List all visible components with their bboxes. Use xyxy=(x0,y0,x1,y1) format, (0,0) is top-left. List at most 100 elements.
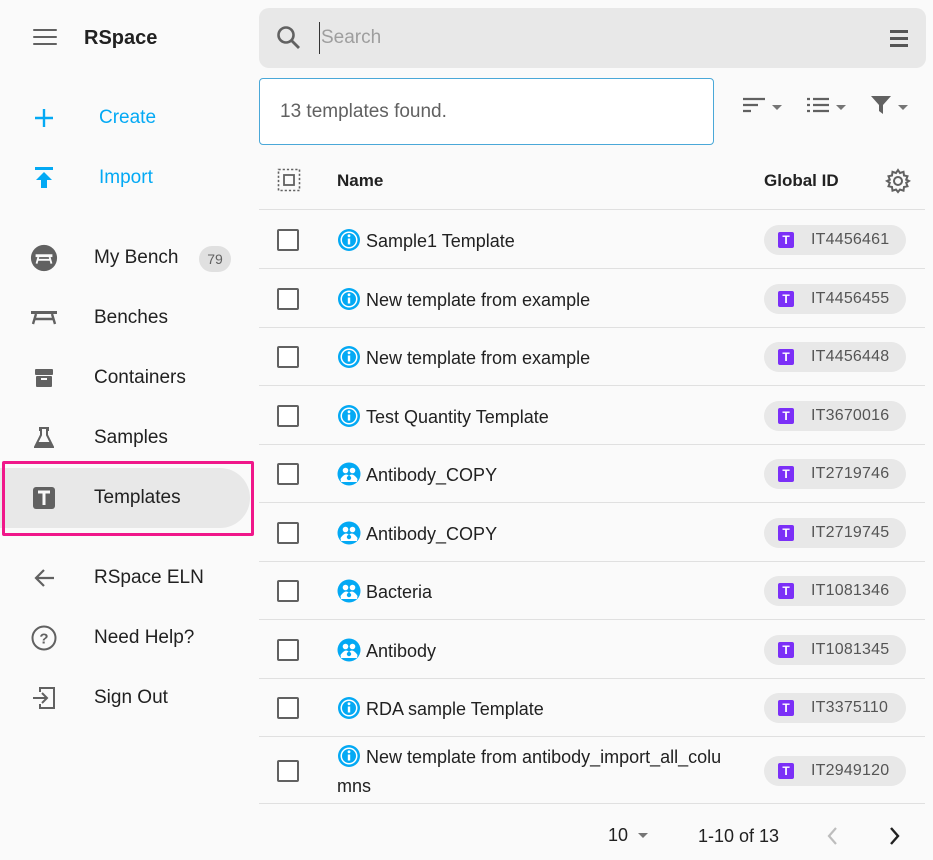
global-id-chip[interactable]: T IT1081346 xyxy=(764,576,906,606)
search-options-icon[interactable] xyxy=(890,30,908,51)
template-name-link[interactable]: Antibody_COPY xyxy=(337,521,737,551)
global-id-text: IT4456448 xyxy=(811,348,890,365)
view-mode-button[interactable] xyxy=(806,94,846,120)
global-id-chip[interactable]: T IT3670016 xyxy=(764,401,906,431)
global-id-chip[interactable]: T IT4456461 xyxy=(764,225,906,255)
row-checkbox[interactable] xyxy=(277,405,299,427)
sidebar-item-sign-out[interactable]: Sign Out xyxy=(0,668,250,728)
bench-circle-icon xyxy=(30,244,58,272)
info-icon xyxy=(337,404,361,434)
template-name-link[interactable]: RDA sample Template xyxy=(337,696,737,726)
info-icon xyxy=(337,287,361,317)
table-row[interactable]: New template from antibody_import_all_co… xyxy=(259,738,925,804)
row-checkbox[interactable] xyxy=(277,229,299,251)
gear-icon[interactable] xyxy=(884,168,912,199)
global-id-text: IT4456461 xyxy=(811,231,890,248)
template-type-icon: T xyxy=(778,349,794,365)
table-row[interactable]: Sample1 Template T IT4456461 xyxy=(259,211,925,269)
table-row[interactable]: Antibody_COPY T IT2719746 xyxy=(259,445,925,503)
results-count-box: 13 templates found. xyxy=(259,78,714,145)
chevron-down-icon xyxy=(638,833,649,838)
previous-page-icon[interactable] xyxy=(825,826,841,851)
import-button[interactable]: Import xyxy=(0,148,250,208)
info-icon xyxy=(337,345,361,375)
next-page-icon[interactable] xyxy=(886,826,902,851)
sidebar-item-label: Need Help? xyxy=(94,627,195,648)
table-row[interactable]: Test Quantity Template T IT3670016 xyxy=(259,387,925,445)
template-name-link[interactable]: New template from example xyxy=(337,345,737,375)
template-icon xyxy=(30,484,58,512)
table-row[interactable]: Antibody_COPY T IT2719745 xyxy=(259,504,925,562)
sidebar-item-templates[interactable]: Templates xyxy=(0,468,250,528)
global-id-text: IT2719745 xyxy=(811,524,890,541)
sidebar-item-samples[interactable]: Samples xyxy=(0,408,250,468)
template-name-link[interactable]: New template from antibody_import_all_co… xyxy=(337,744,722,798)
table-row[interactable]: New template from example T IT4456455 xyxy=(259,270,925,328)
plus-icon xyxy=(30,104,58,132)
template-type-icon: T xyxy=(778,408,794,424)
template-type-icon: T xyxy=(778,763,794,779)
search-input[interactable] xyxy=(319,22,859,54)
sort-button[interactable] xyxy=(742,94,782,120)
global-id-text: IT2949120 xyxy=(811,762,890,779)
column-header-name[interactable]: Name xyxy=(337,171,383,191)
hamburger-menu-icon[interactable] xyxy=(33,29,57,47)
column-header-global-id[interactable]: Global ID xyxy=(764,171,839,191)
template-name-link[interactable]: New template from example xyxy=(337,287,737,317)
row-checkbox[interactable] xyxy=(277,346,299,368)
bench-count-badge: 79 xyxy=(199,246,231,272)
template-name-text: New template from antibody_import_all_co… xyxy=(337,747,722,796)
table-row[interactable]: Antibody T IT1081345 xyxy=(259,621,925,679)
results-count-text: 13 templates found. xyxy=(280,101,447,122)
sidebar-item-need-help[interactable]: ? Need Help? xyxy=(0,608,250,668)
table-header: Name Global ID xyxy=(259,152,925,210)
row-checkbox[interactable] xyxy=(277,522,299,544)
box-icon xyxy=(30,364,58,392)
template-name-link[interactable]: Bacteria xyxy=(337,579,737,609)
template-name-link[interactable]: Antibody_COPY xyxy=(337,462,737,492)
global-id-chip[interactable]: T IT2719746 xyxy=(764,459,906,489)
shared-group-icon xyxy=(337,521,361,551)
info-icon xyxy=(337,744,361,774)
global-id-chip[interactable]: T IT2949120 xyxy=(764,756,906,786)
sidebar-item-rspace-eln[interactable]: RSpace ELN xyxy=(0,548,250,608)
template-name-link[interactable]: Test Quantity Template xyxy=(337,404,737,434)
global-id-chip[interactable]: T IT3375110 xyxy=(764,693,906,723)
chevron-down-icon xyxy=(772,104,782,110)
row-checkbox[interactable] xyxy=(277,760,299,782)
help-circle-icon: ? xyxy=(30,624,58,652)
table-row[interactable]: New template from example T IT4456448 xyxy=(259,328,925,386)
template-name-text: New template from example xyxy=(366,290,591,310)
create-button[interactable]: Create xyxy=(0,88,250,148)
filter-button[interactable] xyxy=(870,94,908,120)
template-name-link[interactable]: Sample1 Template xyxy=(337,228,737,258)
template-type-icon: T xyxy=(778,466,794,482)
app-title: RSpace xyxy=(84,27,158,49)
global-id-chip[interactable]: T IT1081345 xyxy=(764,635,906,665)
row-checkbox[interactable] xyxy=(277,639,299,661)
table-row[interactable]: Bacteria T IT1081346 xyxy=(259,562,925,620)
row-checkbox[interactable] xyxy=(277,580,299,602)
row-checkbox[interactable] xyxy=(277,463,299,485)
shared-group-icon xyxy=(337,638,361,668)
template-name-text: Test Quantity Template xyxy=(366,407,549,427)
global-id-chip[interactable]: T IT4456455 xyxy=(764,284,906,314)
chevron-down-icon xyxy=(836,104,846,110)
template-name-link[interactable]: Antibody xyxy=(337,638,737,668)
template-type-icon: T xyxy=(778,525,794,541)
template-name-text: RDA sample Template xyxy=(366,699,544,719)
row-checkbox[interactable] xyxy=(277,288,299,310)
table-row[interactable]: RDA sample Template T IT3375110 xyxy=(259,679,925,737)
template-name-text: Antibody_COPY xyxy=(366,524,498,544)
sidebar-item-benches[interactable]: Benches xyxy=(0,288,250,348)
global-id-chip[interactable]: T IT2719745 xyxy=(764,518,906,548)
select-all-icon[interactable] xyxy=(277,168,301,192)
global-id-text: IT3375110 xyxy=(811,699,889,716)
sidebar-item-containers[interactable]: Containers xyxy=(0,348,250,408)
template-type-icon: T xyxy=(778,642,794,658)
row-checkbox[interactable] xyxy=(277,697,299,719)
sidebar-item-label: Templates xyxy=(94,487,181,508)
global-id-chip[interactable]: T IT4456448 xyxy=(764,342,906,372)
svg-text:?: ? xyxy=(39,631,48,648)
page-size-select[interactable]: 10 xyxy=(608,825,649,846)
